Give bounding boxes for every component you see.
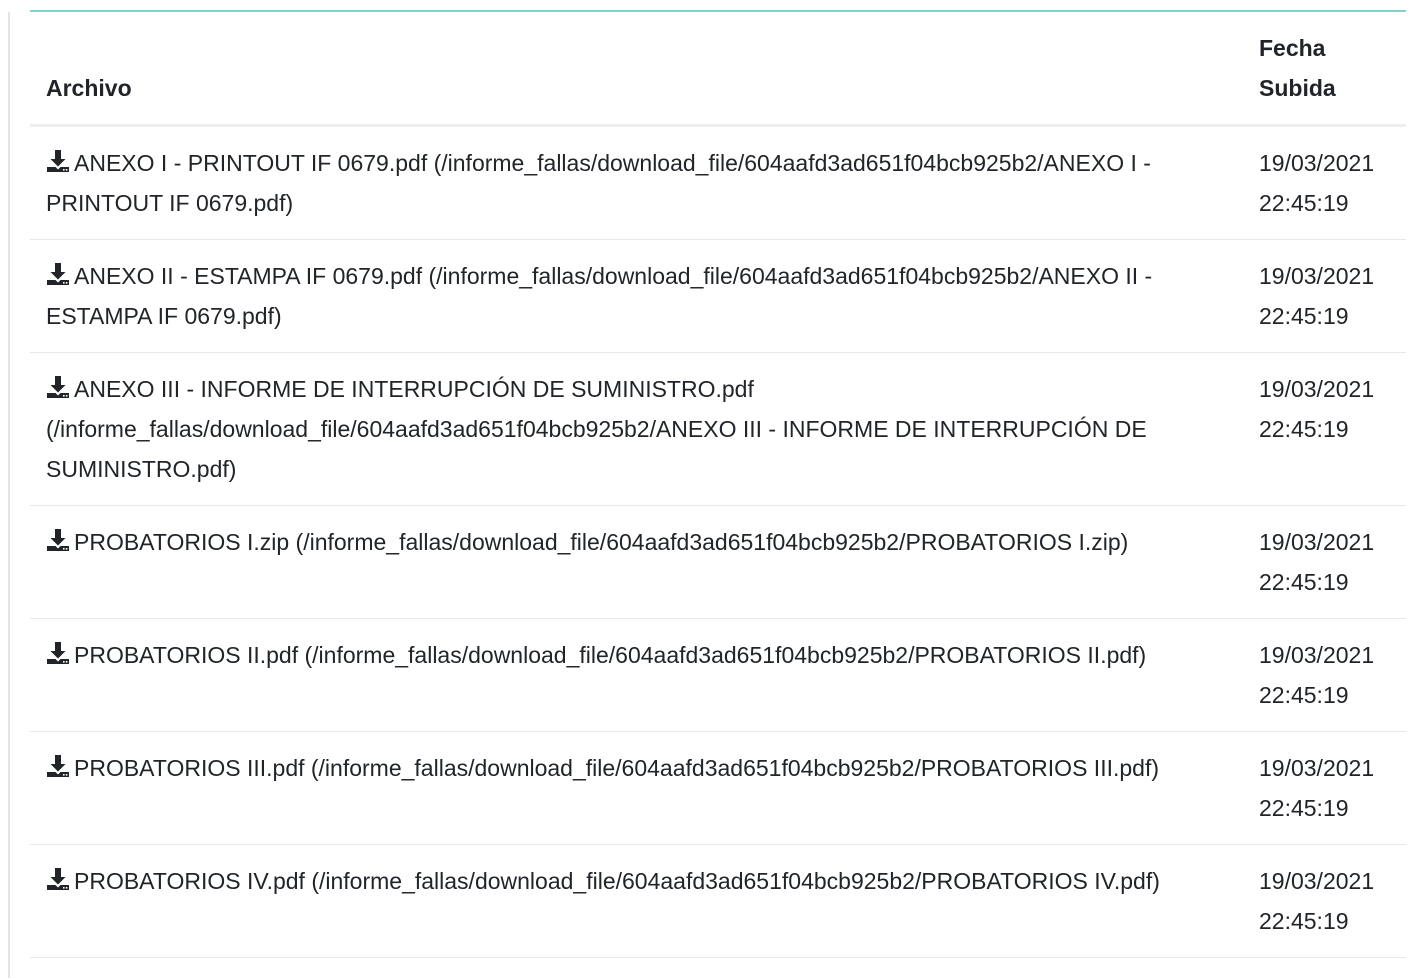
download-icon[interactable] xyxy=(46,375,70,399)
file-link-text[interactable]: PROBATORIOS II.pdf (/informe_fallas/down… xyxy=(74,642,1146,668)
file-cell: PROBATORIOS III.pdf (/informe_fallas/dow… xyxy=(30,731,1226,845)
file-cell: ANEXO II - ESTAMPA IF 0679.pdf (/informe… xyxy=(30,239,1226,353)
upload-time: 22:45:19 xyxy=(1259,569,1349,595)
file-link[interactable]: ANEXO I - PRINTOUT IF 0679.pdf (/informe… xyxy=(46,150,1151,216)
upload-date: 19/03/2021 xyxy=(1259,529,1375,555)
upload-date-cell: 19/03/2021 22:45:19 xyxy=(1226,844,1406,958)
left-divider xyxy=(8,12,10,978)
table-row: ANEXO III - INFORME DE INTERRUPCIÓN DE S… xyxy=(30,352,1406,506)
upload-date-cell: 19/03/2021 22:45:19 xyxy=(1226,352,1406,506)
file-link[interactable]: ANEXO III - INFORME DE INTERRUPCIÓN DE S… xyxy=(46,376,1147,482)
upload-date-cell: 19/03/2021 22:45:19 xyxy=(1226,239,1406,353)
download-icon[interactable] xyxy=(46,149,70,173)
file-link-text[interactable]: PROBATORIOS IV.pdf (/informe_fallas/down… xyxy=(74,868,1160,894)
file-cell: PROBATORIOS II.pdf (/informe_fallas/down… xyxy=(30,618,1226,732)
files-table: Archivo Fecha Subida ANEXO I - PRINTOUT … xyxy=(30,12,1406,958)
upload-date-cell: 19/03/2021 22:45:19 xyxy=(1226,618,1406,732)
upload-time: 22:45:19 xyxy=(1259,190,1349,216)
upload-date-cell: 19/03/2021 22:45:19 xyxy=(1226,125,1406,240)
upload-date-cell: 19/03/2021 22:45:19 xyxy=(1226,505,1406,619)
download-icon[interactable] xyxy=(46,641,70,665)
file-link-text[interactable]: PROBATORIOS I.zip (/informe_fallas/downl… xyxy=(74,529,1128,555)
page: Archivo Fecha Subida ANEXO I - PRINTOUT … xyxy=(0,0,1417,978)
download-icon[interactable] xyxy=(46,262,70,286)
upload-time: 22:45:19 xyxy=(1259,682,1349,708)
column-header-archivo: Archivo xyxy=(30,12,1226,127)
file-cell: PROBATORIOS I.zip (/informe_fallas/downl… xyxy=(30,505,1226,619)
download-icon[interactable] xyxy=(46,528,70,552)
upload-date: 19/03/2021 xyxy=(1259,263,1375,289)
file-link[interactable]: PROBATORIOS I.zip (/informe_fallas/downl… xyxy=(46,529,1128,555)
upload-time: 22:45:19 xyxy=(1259,795,1349,821)
table-row: PROBATORIOS I.zip (/informe_fallas/downl… xyxy=(30,505,1406,619)
upload-time: 22:45:19 xyxy=(1259,908,1349,934)
download-icon[interactable] xyxy=(46,867,70,891)
table-row: ANEXO II - ESTAMPA IF 0679.pdf (/informe… xyxy=(30,239,1406,353)
table-row: ANEXO I - PRINTOUT IF 0679.pdf (/informe… xyxy=(30,125,1406,240)
download-icon[interactable] xyxy=(46,754,70,778)
upload-date-cell: 19/03/2021 22:45:19 xyxy=(1226,731,1406,845)
upload-time: 22:45:19 xyxy=(1259,303,1349,329)
upload-date: 19/03/2021 xyxy=(1259,150,1375,176)
table-header: Archivo Fecha Subida xyxy=(30,12,1406,127)
table-row: PROBATORIOS IV.pdf (/informe_fallas/down… xyxy=(30,844,1406,958)
upload-date: 19/03/2021 xyxy=(1259,755,1375,781)
upload-date: 19/03/2021 xyxy=(1259,868,1375,894)
file-cell: ANEXO III - INFORME DE INTERRUPCIÓN DE S… xyxy=(30,352,1226,506)
table-row: PROBATORIOS III.pdf (/informe_fallas/dow… xyxy=(30,731,1406,845)
file-link-text[interactable]: ANEXO I - PRINTOUT IF 0679.pdf (/informe… xyxy=(46,150,1151,216)
header-row: Archivo Fecha Subida xyxy=(30,12,1406,127)
file-cell: ANEXO I - PRINTOUT IF 0679.pdf (/informe… xyxy=(30,125,1226,240)
table-row: PROBATORIOS II.pdf (/informe_fallas/down… xyxy=(30,618,1406,732)
upload-time: 22:45:19 xyxy=(1259,416,1349,442)
file-link[interactable]: PROBATORIOS II.pdf (/informe_fallas/down… xyxy=(46,642,1146,668)
file-link[interactable]: ANEXO II - ESTAMPA IF 0679.pdf (/informe… xyxy=(46,263,1152,329)
file-link-text[interactable]: ANEXO III - INFORME DE INTERRUPCIÓN DE S… xyxy=(46,376,1147,482)
column-header-fecha-subida: Fecha Subida xyxy=(1226,12,1406,127)
file-cell: PROBATORIOS IV.pdf (/informe_fallas/down… xyxy=(30,844,1226,958)
upload-date: 19/03/2021 xyxy=(1259,642,1375,668)
column-header-fecha: Fecha xyxy=(1259,35,1326,61)
file-link-text[interactable]: PROBATORIOS III.pdf (/informe_fallas/dow… xyxy=(74,755,1159,781)
file-link-text[interactable]: ANEXO II - ESTAMPA IF 0679.pdf (/informe… xyxy=(46,263,1152,329)
file-link[interactable]: PROBATORIOS IV.pdf (/informe_fallas/down… xyxy=(46,868,1160,894)
table-body: ANEXO I - PRINTOUT IF 0679.pdf (/informe… xyxy=(30,125,1406,958)
upload-date: 19/03/2021 xyxy=(1259,376,1375,402)
column-header-subida: Subida xyxy=(1259,75,1336,101)
file-link[interactable]: PROBATORIOS III.pdf (/informe_fallas/dow… xyxy=(46,755,1159,781)
